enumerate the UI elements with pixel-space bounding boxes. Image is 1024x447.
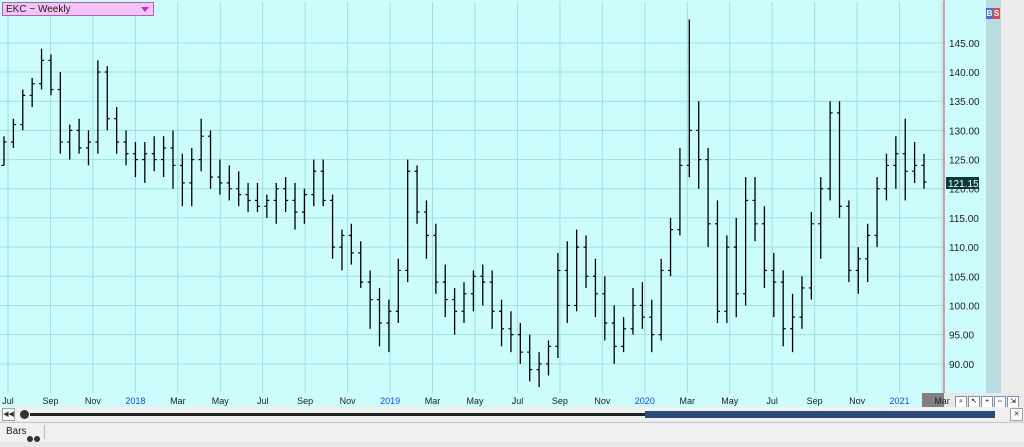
bars-toggle-icon[interactable] [27,429,41,442]
x-tick-label: Nov [594,396,611,406]
x-tick-label: May [721,396,739,406]
x-tick-label: Nov [340,396,357,406]
x-tick-label: Jul [512,396,524,406]
scroll-end-icon[interactable]: ✕ [1010,408,1023,421]
x-tick-label: 2018 [125,396,145,406]
sell-button[interactable]: S [993,8,1000,19]
bars-tab-label[interactable]: Bars [6,426,27,437]
chevron-down-icon[interactable] [141,7,149,12]
scroll-thumb[interactable] [645,411,995,418]
symbol-label: EKC ~ Weekly [6,4,71,15]
x-tick-label: Jul [257,396,269,406]
x-tick-label: Sep [807,396,823,406]
x-tick-label: Nov [85,396,102,406]
last-price-label: 121.15 [948,179,979,190]
y-tick-label: 130.00 [949,126,980,137]
y-tick-label: 140.00 [949,68,980,79]
x-tick-label: May [466,396,484,406]
right-scrollbar[interactable] [986,0,1001,393]
x-tick-label: 2019 [380,396,400,406]
y-tick-label: 90.00 [949,360,974,371]
x-tick-label: May [212,396,230,406]
ohlc-chart: 145.00140.00135.00130.00125.00120.00115.… [0,0,1024,407]
x-tick-label: 2020 [635,396,655,406]
scroll-start-icon[interactable]: ◀◀ [2,408,15,421]
status-bar: Bars [0,422,1024,442]
symbol-selector[interactable]: EKC ~ Weekly [2,2,154,16]
x-tick-label: Jul [2,396,14,406]
y-tick-label: 115.00 [949,214,979,225]
chart-area[interactable]: 145.00 140.00 135.00 130.00 125.00 120.00 115.… [0,0,1024,442]
y-tick-label: 100.00 [949,301,980,312]
y-tick-label: 145.00 [949,39,980,50]
x-tick-label: Jul [766,396,778,406]
x-tick-label: 2021 [890,396,910,406]
scroll-knob[interactable] [20,410,29,419]
x-tick-label: Sep [42,396,58,406]
x-tick-label: Sep [552,396,568,406]
buy-button[interactable]: B [986,8,993,19]
y-tick-label: 105.00 [949,272,980,283]
y-tick-label: 110.00 [949,243,979,254]
y-tick-label: 125.00 [949,156,980,167]
x-tick-label: Sep [297,396,313,406]
y-tick-label: 95.00 [949,331,974,342]
x-tick-label: Nov [849,396,866,406]
x-tick-label: Mar [680,396,696,406]
x-tick-label: Mar [934,396,950,406]
time-scroll[interactable]: ◀◀ ✕ [0,407,1024,421]
x-tick-label: Mar [170,396,186,406]
y-tick-label: 135.00 [949,97,980,108]
right-scrollbar-track [1001,0,1024,393]
divider [44,425,45,439]
x-tick-label: Mar [425,396,441,406]
plot-background [0,0,944,393]
